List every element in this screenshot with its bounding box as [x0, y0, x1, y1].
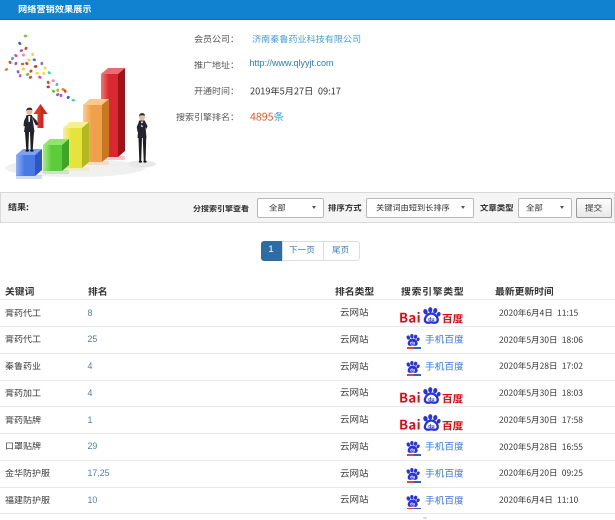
- svg-text:du: du: [411, 475, 416, 480]
- svg-text:du: du: [411, 368, 416, 373]
- svg-text:du: du: [411, 448, 416, 453]
- svg-text:du: du: [411, 501, 416, 506]
- svg-text:du: du: [411, 341, 416, 346]
- svg-text:du: du: [428, 317, 434, 323]
- svg-text:du: du: [428, 424, 434, 430]
- svg-text:du: du: [428, 397, 434, 403]
